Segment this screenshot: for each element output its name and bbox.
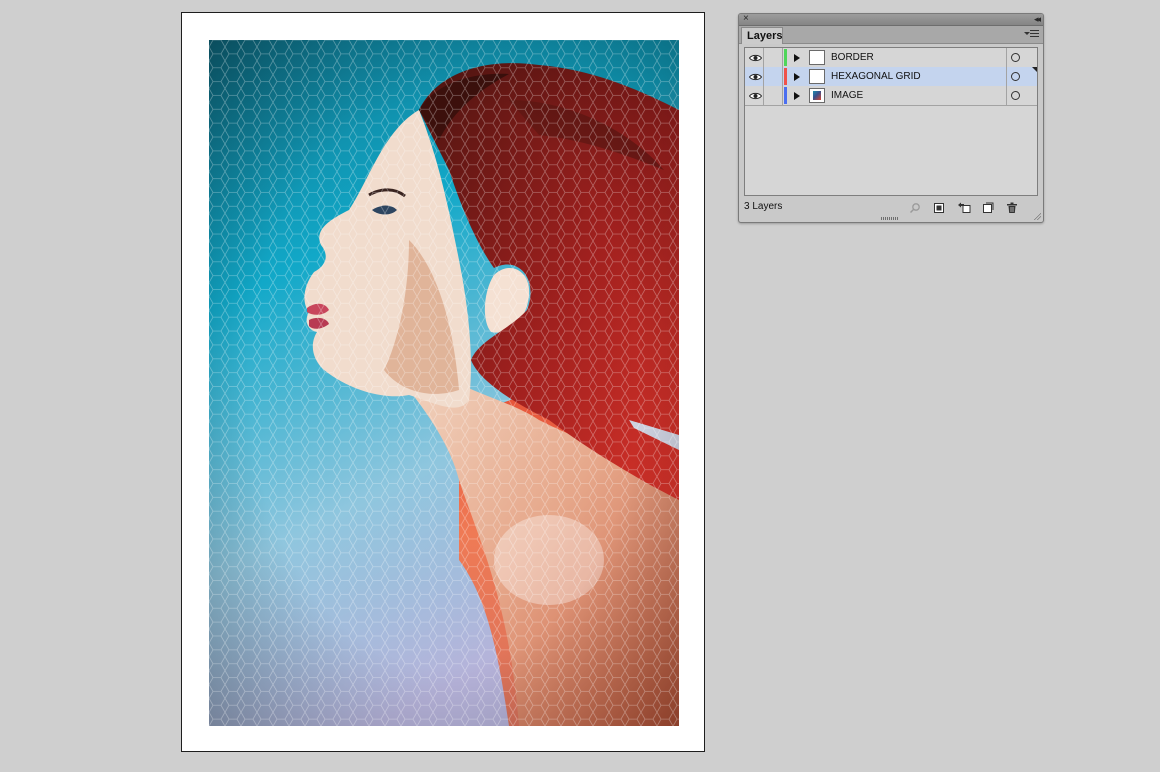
artwork-image[interactable] — [209, 40, 679, 726]
panel-menu-icon[interactable] — [1024, 28, 1040, 40]
layer-thumbnail — [809, 88, 825, 103]
portrait-artwork — [209, 40, 679, 726]
layer-name[interactable]: IMAGE — [831, 86, 863, 105]
locate-object-icon[interactable] — [909, 201, 921, 214]
target-circle-icon[interactable] — [1011, 91, 1020, 100]
lock-toggle[interactable] — [764, 86, 783, 105]
layer-color-swatch — [784, 68, 787, 85]
visibility-eye-icon[interactable] — [747, 86, 764, 105]
panel-resize-grip[interactable] — [881, 217, 899, 220]
layer-name[interactable]: BORDER — [831, 48, 874, 67]
target-circle-icon[interactable] — [1011, 53, 1020, 62]
layer-row-hexagonal-grid[interactable]: HEXAGONAL GRID — [745, 67, 1037, 87]
new-sublayer-icon[interactable] — [957, 201, 971, 213]
lock-toggle[interactable] — [764, 48, 783, 67]
workspace: × ◂◂ Layers BORDER HEXAGONAL GRID IMAGE … — [0, 0, 1160, 772]
layer-count: 3 Layers — [744, 201, 783, 212]
collapse-icon[interactable]: ◂◂ — [1034, 12, 1041, 26]
layer-list[interactable]: BORDER HEXAGONAL GRID IMAGE — [744, 47, 1038, 196]
artboard[interactable] — [181, 12, 705, 752]
layer-name[interactable]: HEXAGONAL GRID — [831, 67, 921, 86]
layer-row-border[interactable]: BORDER — [745, 48, 1037, 68]
panel-footer: 3 Layers — [739, 199, 1043, 216]
layer-color-swatch — [784, 49, 787, 66]
panel-titlebar[interactable]: × ◂◂ — [739, 12, 1043, 26]
expand-triangle-icon[interactable] — [794, 92, 800, 100]
hexagonal-grid-overlay — [209, 40, 679, 726]
selection-indicator-icon — [1032, 67, 1037, 72]
expand-triangle-icon[interactable] — [794, 73, 800, 81]
make-clipping-mask-icon[interactable] — [933, 201, 945, 213]
layer-thumbnail — [809, 50, 825, 65]
target-circle-icon[interactable] — [1011, 72, 1020, 81]
expand-triangle-icon[interactable] — [794, 54, 800, 62]
layer-thumbnail — [809, 69, 825, 84]
delete-layer-icon[interactable] — [1006, 201, 1018, 213]
close-icon[interactable]: × — [743, 12, 749, 26]
new-layer-icon[interactable] — [982, 201, 994, 213]
visibility-eye-icon[interactable] — [747, 48, 764, 67]
layer-color-swatch — [784, 87, 787, 104]
panel-corner-grip[interactable] — [1033, 212, 1041, 220]
layers-panel[interactable]: × ◂◂ Layers BORDER HEXAGONAL GRID IMAGE … — [738, 13, 1044, 223]
visibility-eye-icon[interactable] — [747, 67, 764, 86]
panel-tabstrip: Layers — [739, 26, 1043, 44]
lock-toggle[interactable] — [764, 67, 783, 86]
tab-layers[interactable]: Layers — [741, 27, 783, 44]
layer-row-image[interactable]: IMAGE — [745, 86, 1037, 106]
